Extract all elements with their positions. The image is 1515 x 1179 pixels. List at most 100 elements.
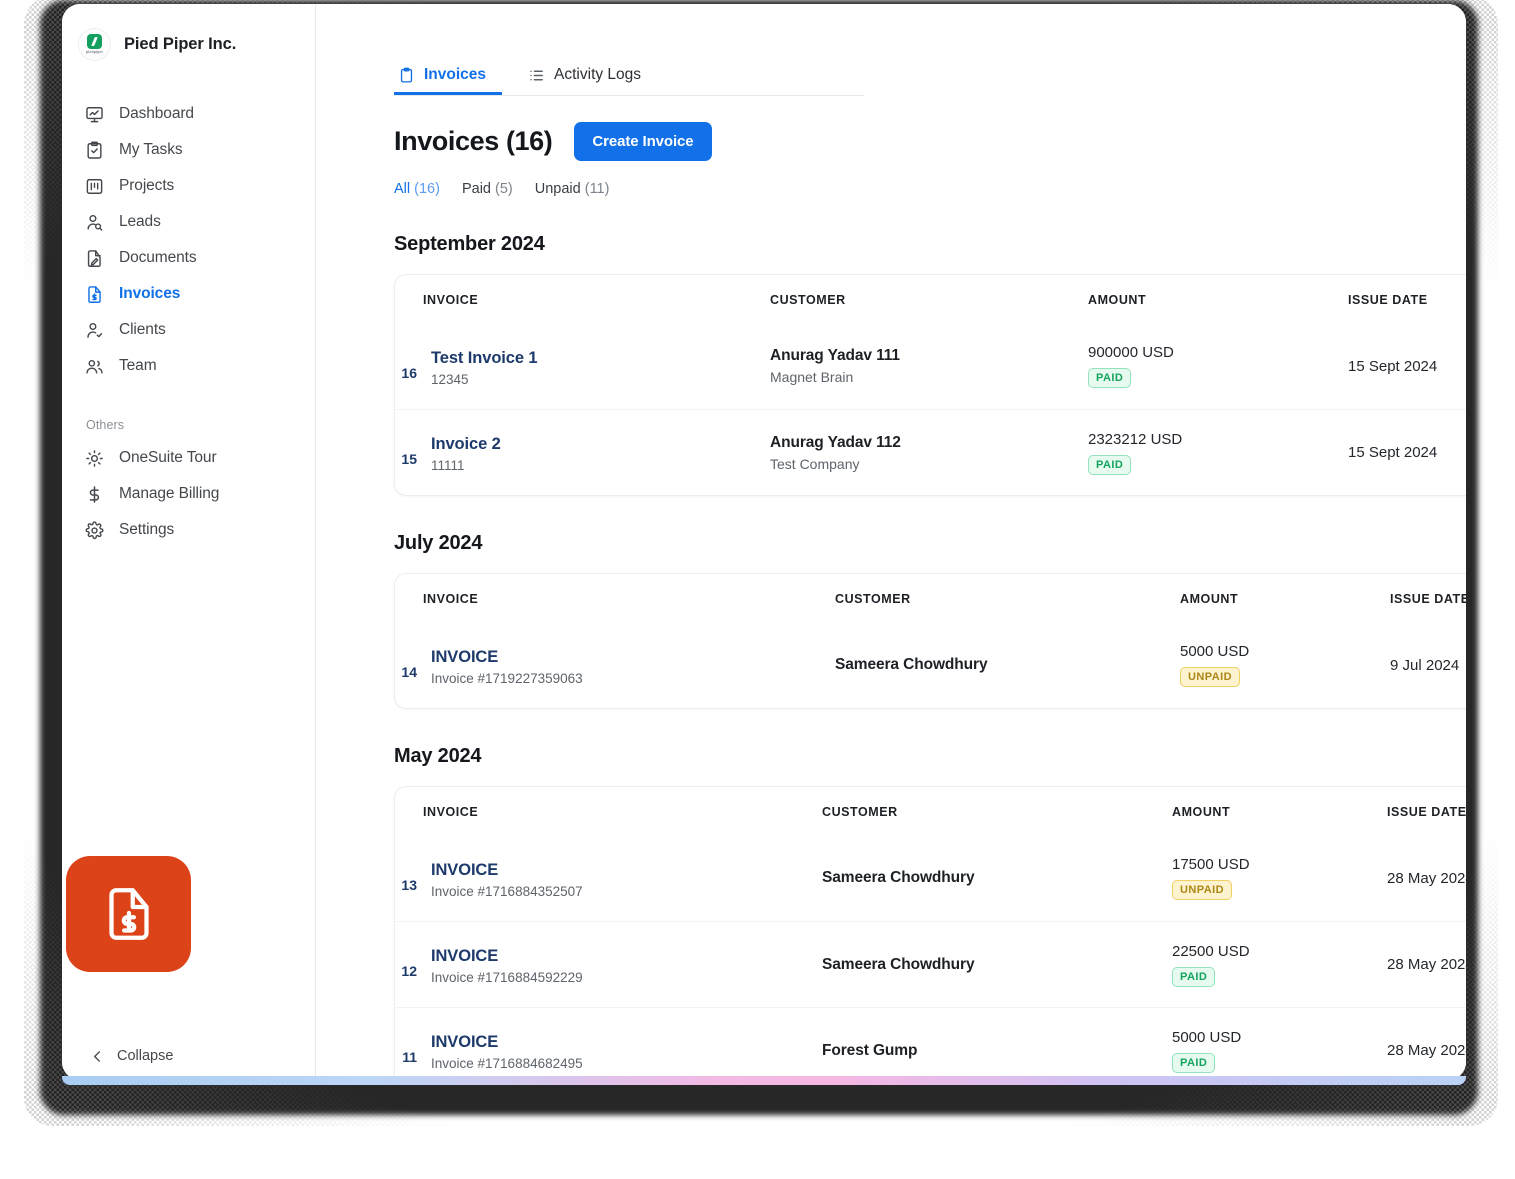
gear-icon [85,520,104,540]
invoice-title-link[interactable]: INVOICE [431,947,583,966]
tab-label: Activity Logs [554,66,642,83]
issue-date-cell: 28 May 2024 [1387,1042,1466,1059]
table-row[interactable]: 11 INVOICE Invoice #1716884682495 Forest Gu… [395,1007,1466,1080]
status-badge: PAID [1172,966,1216,987]
clipboard-icon [398,67,415,84]
invoice-total-count: (16) [505,126,553,156]
tab-invoices[interactable]: Invoices [394,66,503,95]
invoice-table: INVOICE CUSTOMER AMOUNT ISSUE DATE 16 Test In… [394,274,1466,496]
status-badge: PAID [1088,368,1132,388]
sidebar-item-manage-billing[interactable]: Manage Billing [62,476,315,512]
page-header: Invoices (16) Create Invoice [394,122,1466,161]
invoice-cell: 14 INVOICE Invoice #1719227359063 [395,645,835,686]
table-row[interactable]: 13 INVOICE Invoice #1716884352507 Sameera C… [395,835,1466,921]
sidebar-item-projects[interactable]: Projects [62,168,315,204]
window-bottom-accent [62,1076,1466,1085]
column-header-customer: CUSTOMER [822,805,898,819]
sidebar-item-leads[interactable]: Leads [62,204,315,240]
invoice-cell: 15 Invoice 2 11111 [395,432,770,473]
filter-count: (16) [414,181,440,197]
invoice-number: 12 [401,963,417,979]
person-search-icon [85,213,104,232]
filter-paid[interactable]: Paid (5) [462,181,513,197]
column-header-amount: AMOUNT [1172,805,1231,819]
invoice-floating-badge[interactable] [66,856,191,972]
invoice-title-link[interactable]: Test Invoice 1 [431,349,538,368]
invoice-number: 16 [401,364,417,381]
status-badge: UNPAID [1180,667,1241,687]
customer-name: Sameera Chowdhury [835,656,988,673]
invoice-table: INVOICE CUSTOMER AMOUNT ISSUE DATE 14 INVOICE… [394,573,1466,709]
tab-activity-logs[interactable]: Activity Logs [524,66,657,95]
filter-count: (11) [584,181,610,197]
column-header-amount: AMOUNT [1180,592,1239,606]
invoice-reference: Invoice #1716884682495 [431,1056,583,1071]
table-row[interactable]: 12 INVOICE Invoice #1716884592229 Sameera C… [395,921,1466,1007]
sun-icon [85,449,104,468]
invoice-reference: 12345 [431,371,469,387]
sidebar-item-team[interactable]: Team [62,348,315,384]
collapse-sidebar-button[interactable]: Collapse [62,1048,315,1064]
invoice-reference: Invoice #1716884592229 [431,970,583,985]
sidebar-item-label: Settings [119,521,175,538]
sidebar-item-label: Projects [119,177,175,194]
filter-label: Paid [461,181,491,197]
content-tabs: Invoices Activity Logs [394,66,864,96]
customer-cell: Sameera Chowdhury [822,956,1172,974]
month-group-heading: September 2024 [394,233,545,255]
invoice-table: INVOICE CUSTOMER AMOUNT ISSUE DATE 13 INVOICE… [394,786,1466,1080]
sidebar-item-label: OneSuite Tour [119,449,217,466]
filter-label: All [394,181,411,197]
issue-date-cell: 9 Jul 2024 [1390,656,1460,674]
chevron-left-icon [90,1049,105,1064]
invoice-title-link[interactable]: INVOICE [431,861,583,880]
invoice-reference: 11111 [431,458,465,473]
dashboard-icon [85,105,104,124]
collapse-label: Collapse [117,1048,174,1064]
status-filter-tabs: All (16) Paid (5) Unpaid (11) [394,181,1466,197]
kanban-icon [85,177,104,196]
invoice-title-link[interactable]: Invoice 2 [431,435,501,454]
invoice-reference: Invoice #1716884352507 [431,883,583,899]
sidebar-item-my-tasks[interactable]: My Tasks [62,132,315,168]
customer-cell: Anurag Yadav 112 Test Company [770,434,1088,472]
sidebar-item-label: Dashboard [119,105,194,122]
filter-unpaid[interactable]: Unpaid (11) [535,181,610,197]
sidebar-item-settings[interactable]: Settings [62,512,315,548]
sidebar-item-onesuite-tour[interactable]: OneSuite Tour [62,440,315,476]
sidebar-item-label: Invoices [119,285,181,302]
invoice-number: 15 [401,451,417,467]
sidebar-item-invoices[interactable]: Invoices [62,276,315,312]
issue-date-cell: 28 May 2024 [1387,956,1466,973]
customer-company: Test Company [770,455,860,472]
column-header-issue-date: ISSUE DATE [1387,805,1466,819]
amount-cell: 22500 USD PAID [1172,943,1387,987]
customer-cell: Anurag Yadav 111 Magnet Brain [770,347,1088,385]
table-header-row: INVOICE CUSTOMER AMOUNT ISSUE DATE [395,574,1466,622]
column-header-customer: CUSTOMER [770,293,846,307]
amount-cell: 17500 USD UNPAID [1172,856,1387,900]
table-row[interactable]: 16 Test Invoice 1 12345 Anurag Yadav 111 Mag… [395,323,1466,409]
invoice-cell: 16 Test Invoice 1 12345 [395,346,770,387]
invoice-cell: 11 INVOICE Invoice #1716884682495 [395,1030,822,1071]
month-group-heading: May 2024 [394,745,482,767]
table-row[interactable]: 15 Invoice 2 11111 Anurag Yadav 112 Test Com… [395,409,1466,495]
create-invoice-button[interactable]: Create Invoice [574,122,712,161]
amount-cell: 5000 USD PAID [1172,1029,1387,1073]
customer-name: Anurag Yadav 111 [770,347,900,364]
primary-nav: Dashboard My Tasks Projects Leads Docume… [62,96,315,384]
filter-all[interactable]: All (16) [394,181,440,197]
table-row[interactable]: 14 INVOICE Invoice #1719227359063 Sameera C… [395,622,1466,708]
customer-name: Forest Gump [822,1041,918,1059]
amount-cell: 5000 USD UNPAID [1180,643,1390,687]
sidebar-item-documents[interactable]: Documents [62,240,315,276]
clipboard-check-icon [85,141,104,160]
page-title-text: Invoices [394,126,499,156]
screenshot-root: piedpiper Pied Piper Inc. Dashboard My T… [0,0,1515,1179]
sidebar-item-clients[interactable]: Clients [62,312,315,348]
status-badge: PAID [1172,1052,1216,1073]
sidebar-item-label: Leads [119,213,161,230]
sidebar-item-dashboard[interactable]: Dashboard [62,96,315,132]
invoice-title-link[interactable]: INVOICE [431,1033,583,1052]
invoice-title-link[interactable]: INVOICE [431,648,583,667]
